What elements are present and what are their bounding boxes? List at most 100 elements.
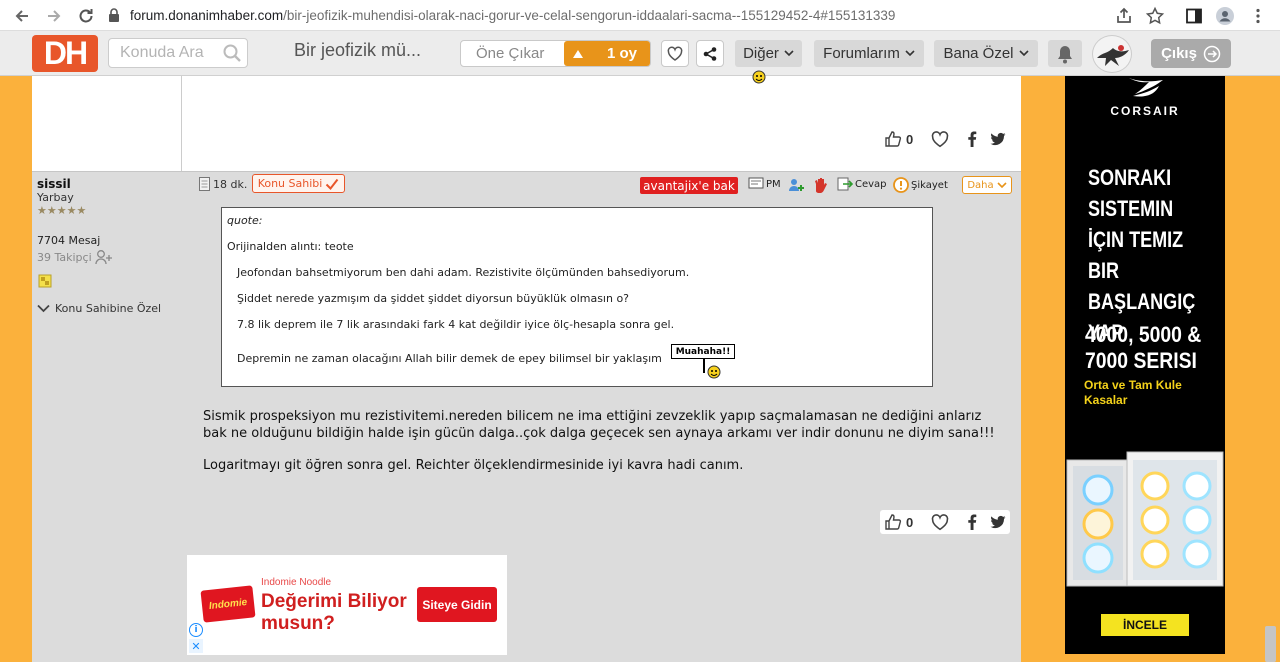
add-user-icon[interactable]: [95, 249, 113, 265]
thumbs-up-icon[interactable]: [884, 513, 902, 531]
share-nodes-icon: [702, 46, 718, 62]
quote-line: 7.8 lik deprem ile 7 lik arasındaki fark…: [237, 318, 675, 331]
topic-search: [108, 38, 248, 68]
user-avatar[interactable]: [1092, 35, 1132, 73]
kebab-menu-icon[interactable]: [1248, 6, 1268, 26]
previous-post-user: [32, 76, 181, 171]
user-message-count: 7704 Mesaj: [37, 234, 101, 247]
ad-headline: Değerimi Biliyor musun?: [261, 591, 407, 634]
profile-icon[interactable]: [1215, 6, 1235, 26]
forward-icon[interactable]: [44, 6, 64, 26]
ad-brand: CORSAIR: [1110, 104, 1180, 118]
report-label: Şikayet: [911, 179, 948, 191]
add-friend-button[interactable]: [788, 177, 804, 193]
vote-label: 1 oy: [607, 45, 638, 62]
ad-close-icon[interactable]: ✕: [189, 639, 203, 653]
reload-icon[interactable]: [76, 6, 96, 26]
hand-icon: [812, 177, 828, 193]
heart-icon[interactable]: [931, 513, 949, 531]
ignore-button[interactable]: [812, 177, 828, 193]
topic-title: Bir jeofizik mü...: [294, 40, 422, 60]
address-bar[interactable]: forum.donanimhaber.com/bir-jeofizik-muhe…: [108, 3, 1108, 27]
vote-button[interactable]: 1 oy: [564, 41, 650, 66]
message-icon: [748, 177, 764, 191]
more-button[interactable]: Daha: [962, 176, 1012, 194]
star-icon[interactable]: [1145, 6, 1165, 26]
menu-personal[interactable]: Bana Özel: [934, 40, 1038, 67]
user-add-icon: [788, 177, 804, 193]
page-scrollbar[interactable]: [1265, 626, 1276, 662]
featured-label: Öne Çıkar: [476, 45, 545, 62]
indomie-logo: Indomie: [200, 585, 256, 623]
post-time-label: 18 dk.: [213, 177, 248, 191]
logout-button[interactable]: Çıkış: [1151, 39, 1231, 68]
caret-up-icon: [573, 49, 583, 58]
more-label: Daha: [967, 179, 994, 191]
pm-button[interactable]: PM: [748, 177, 781, 191]
side-ad-series: 4000, 5000 & 7000 SERISI: [1085, 322, 1202, 373]
share-icon[interactable]: [1114, 6, 1134, 26]
bottom-advert[interactable]: Indomie Indomie Noodle Değerimi Biliyor …: [187, 555, 507, 655]
search-input[interactable]: [109, 39, 219, 67]
notifications-button[interactable]: [1048, 40, 1082, 67]
url-path: /bir-jeofizik-muhendisi-olarak-naci-goru…: [283, 7, 896, 23]
check-icon: [325, 178, 339, 190]
owner-tag-label: Konu Sahibi: [257, 177, 323, 190]
menu-other[interactable]: Diğer: [735, 40, 802, 67]
user-followers[interactable]: 39 Takipçi: [37, 249, 113, 265]
like-count: 0: [906, 131, 914, 147]
bell-icon: [1056, 44, 1074, 64]
side-advert[interactable]: CORSAIR SONRAKI SISTEMIN İÇIN TEMIZ BIR …: [1065, 76, 1225, 654]
heart-icon[interactable]: [931, 130, 949, 148]
share-topic-button[interactable]: [696, 40, 724, 67]
menu-forums-label: Forumlarım: [823, 45, 900, 62]
ad-cta-button[interactable]: Siteye Gidin: [417, 587, 497, 622]
quote-block: quote: Orijinalden alıntı: teote Jeofond…: [221, 207, 933, 387]
advert-link[interactable]: avantajix'e bak: [640, 177, 738, 194]
side-ad-cta-button[interactable]: İNCELE: [1101, 614, 1189, 636]
pc-case-image: [1066, 451, 1224, 587]
twitter-icon[interactable]: [989, 513, 1007, 531]
post-body-line: bak ne olduğunu bildiğin halde işin gücü…: [203, 426, 995, 441]
quote-line: Depremin ne zaman olacağını Allah bilir …: [237, 352, 662, 365]
quote-header: quote:: [227, 214, 263, 227]
menu-forums[interactable]: Forumlarım: [814, 40, 924, 67]
document-icon: [199, 177, 210, 191]
pm-label: PM: [766, 178, 781, 190]
side-ad-headline: SONRAKI SISTEMIN İÇIN TEMIZ BIR BAŞLANGI…: [1088, 165, 1196, 345]
back-icon[interactable]: [12, 6, 32, 26]
report-button[interactable]: Şikayet: [893, 177, 948, 193]
facebook-icon[interactable]: [963, 513, 981, 531]
site-logo[interactable]: DH: [32, 35, 98, 72]
thumbs-up-icon[interactable]: [884, 130, 902, 148]
twitter-icon[interactable]: [989, 130, 1007, 148]
ad-info-icon[interactable]: i: [189, 623, 203, 637]
chevron-down-icon: [905, 50, 915, 57]
sidepanel-icon[interactable]: [1184, 6, 1204, 26]
menu-other-label: Diğer: [743, 45, 779, 62]
heart-icon: [667, 46, 683, 61]
post-divider: [32, 171, 1021, 172]
side-ad-subtitle: Orta ve Tam Kule Kasalar: [1084, 378, 1182, 407]
search-icon[interactable]: [222, 43, 242, 63]
post-time: 18 dk.: [199, 177, 247, 191]
reply-label: Cevap: [855, 178, 887, 190]
muahaha-emoticon: Muahaha!!: [671, 344, 737, 380]
quote-line: Jeofondan bahsetmiyorum ben dahi adam. R…: [237, 266, 690, 279]
reply-button[interactable]: Cevap: [837, 177, 887, 191]
chevron-down-icon: [37, 304, 50, 313]
follow-button[interactable]: [661, 40, 689, 67]
url-host: forum.donanimhaber.com: [130, 7, 284, 23]
user-followers-label: 39 Takipçi: [37, 250, 92, 264]
quote-source: Orijinalden alıntı: teote: [227, 240, 354, 253]
like-count: 0: [906, 514, 914, 530]
facebook-icon[interactable]: [963, 130, 981, 148]
owner-private-label: Konu Sahibine Özel: [55, 302, 162, 315]
menu-personal-label: Bana Özel: [943, 45, 1014, 62]
user-rank: Yarbay: [37, 191, 74, 204]
username[interactable]: sissil: [37, 177, 71, 191]
topic-owner-badge: Konu Sahibi: [252, 174, 345, 193]
post-body-line: Logaritmayı git öğren sonra gel. Reichte…: [203, 458, 744, 473]
owner-private-toggle[interactable]: Konu Sahibine Özel: [37, 302, 161, 315]
exit-icon: [1203, 45, 1221, 63]
